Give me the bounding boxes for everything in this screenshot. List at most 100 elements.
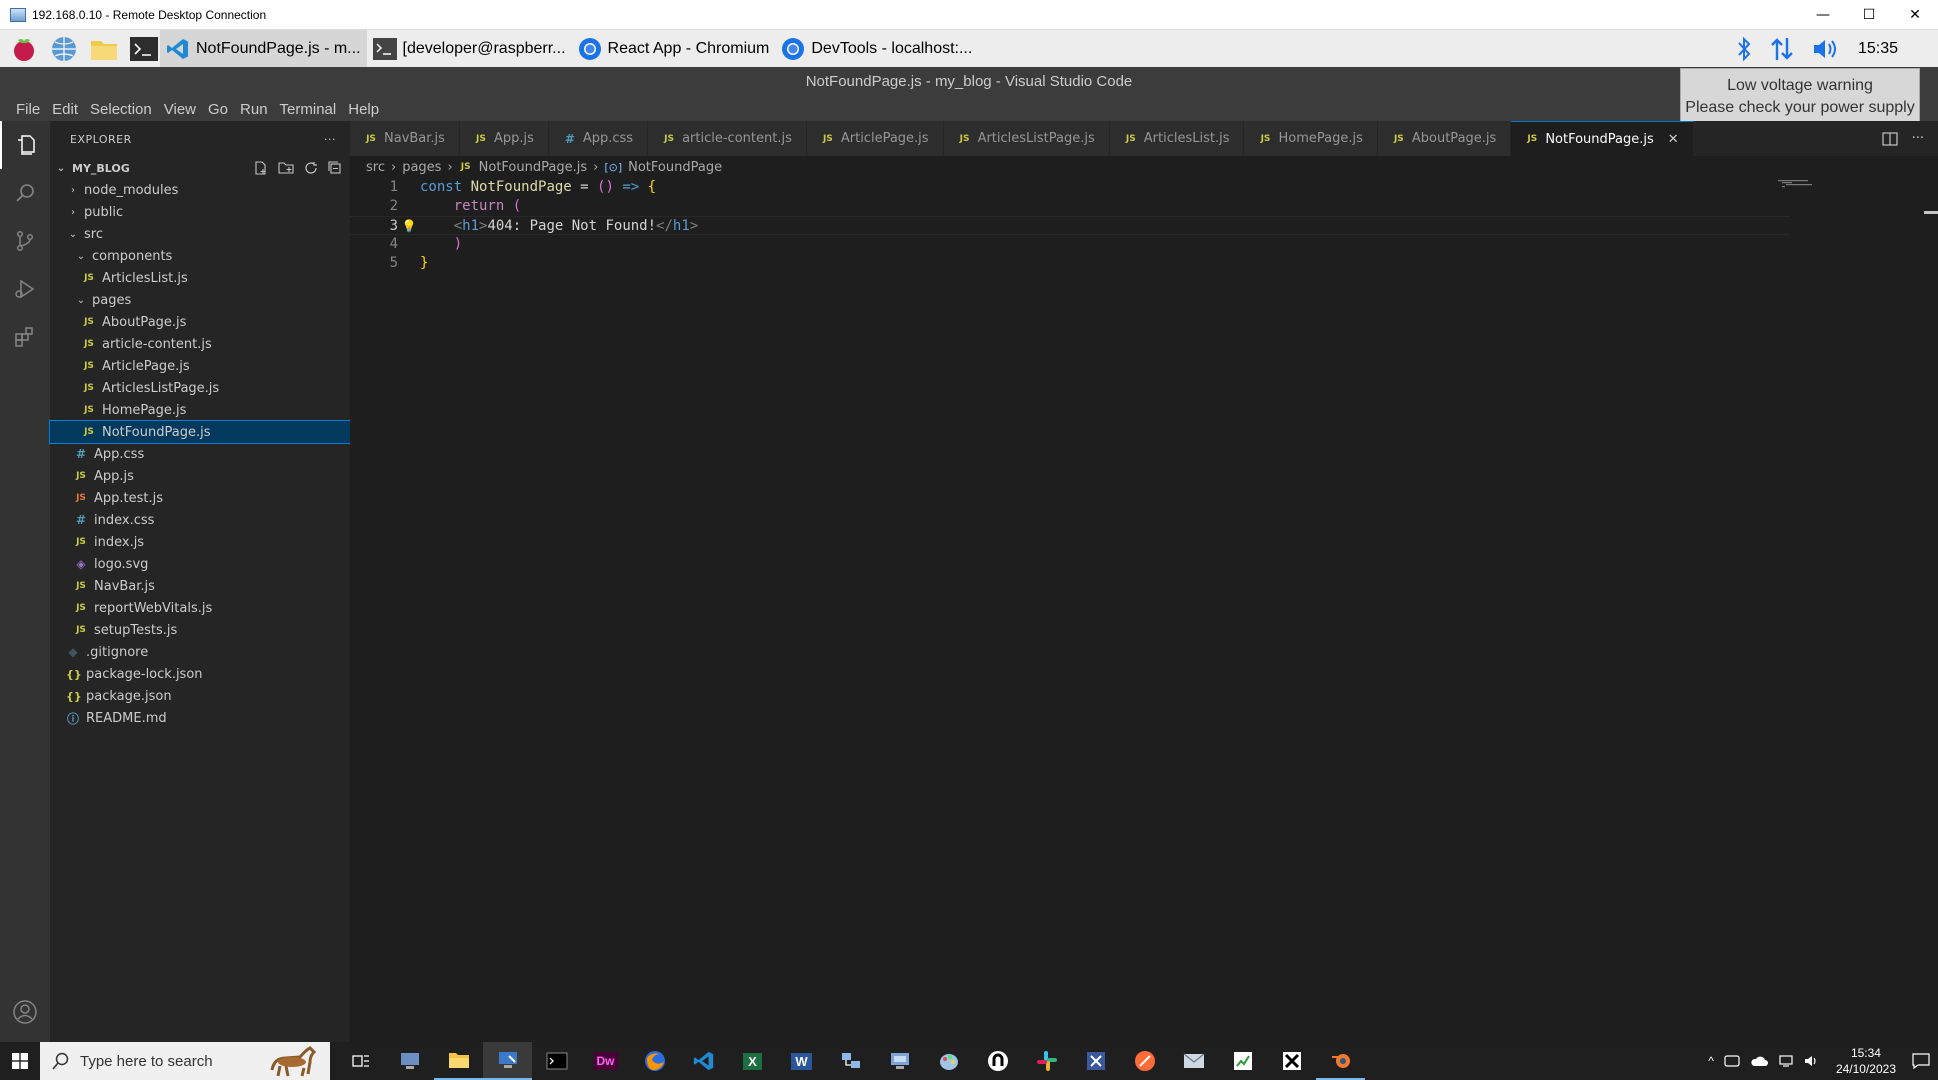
tree-file-report-web-vitals[interactable]: JS reportWebVitals.js [50, 597, 350, 619]
mail-icon[interactable] [1169, 1042, 1218, 1080]
workspace-folder[interactable]: ⌄ MY_BLOG [50, 157, 350, 179]
raspberry-menu-icon[interactable] [8, 33, 40, 65]
new-file-icon[interactable] [254, 161, 268, 175]
menu-run[interactable]: Run [234, 101, 274, 118]
xml-editor-icon[interactable] [1071, 1042, 1120, 1080]
minimize-button[interactable]: — [1800, 0, 1846, 30]
extensions-icon[interactable] [0, 313, 50, 361]
explorer-icon[interactable] [0, 121, 50, 169]
paint-icon[interactable] [924, 1042, 973, 1080]
account-icon[interactable] [0, 988, 50, 1036]
tab-app-js[interactable]: JS App.js [459, 121, 549, 156]
close-button[interactable]: ✕ [1892, 0, 1938, 30]
tree-file-readme[interactable]: ⓘ README.md [50, 707, 350, 729]
chevron-up-icon[interactable]: ^ [1708, 1054, 1714, 1068]
tree-file-articles-list[interactable]: JS ArticlesList.js [50, 267, 350, 289]
menu-help[interactable]: Help [342, 101, 385, 118]
task-devtools[interactable]: DevTools - localhost:... [775, 30, 978, 67]
tree-file-home-page[interactable]: JS HomePage.js [50, 399, 350, 421]
tab-articles-list[interactable]: JS ArticlesList.js [1109, 121, 1245, 156]
network-share-icon[interactable] [826, 1042, 875, 1080]
tree-file-not-found-page[interactable]: JS NotFoundPage.js [49, 420, 351, 444]
maximize-button[interactable]: ☐ [1846, 0, 1892, 30]
collapse-all-icon[interactable] [328, 161, 342, 175]
tab-article-page[interactable]: JS ArticlePage.js [806, 121, 944, 156]
tree-file-package-json[interactable]: {} package.json [50, 685, 350, 707]
tab-not-found-page[interactable]: JS NotFoundPage.js ✕ [1511, 121, 1694, 156]
server-manager-icon[interactable] [875, 1042, 924, 1080]
network-computer-icon[interactable] [385, 1042, 434, 1080]
tree-file-gitignore[interactable]: ◆ .gitignore [50, 641, 350, 663]
blender-icon[interactable] [1316, 1042, 1365, 1080]
onedrive-icon[interactable] [1750, 1055, 1768, 1067]
tree-folder-public[interactable]: › public [50, 201, 350, 223]
tree-file-app-js[interactable]: JS App.js [50, 465, 350, 487]
run-debug-icon[interactable] [0, 265, 50, 313]
windows-start-icon[interactable] [0, 1042, 40, 1080]
tree-file-logo-svg[interactable]: ◈ logo.svg [50, 553, 350, 575]
source-control-icon[interactable] [0, 217, 50, 265]
tree-file-package-lock[interactable]: {} package-lock.json [50, 663, 350, 685]
notifications-icon[interactable] [1912, 1053, 1930, 1069]
tree-file-navbar[interactable]: JS NavBar.js [50, 575, 350, 597]
vpn-icon[interactable] [973, 1042, 1022, 1080]
more-actions-icon[interactable]: ··· [324, 133, 336, 146]
excel-icon[interactable]: X [728, 1042, 777, 1080]
web-browser-icon[interactable] [48, 33, 80, 65]
command-prompt-icon[interactable] [532, 1042, 581, 1080]
low-voltage-warning[interactable]: Low voltage warning Please check your po… [1680, 68, 1920, 124]
postman-icon[interactable] [1120, 1042, 1169, 1080]
windows-clock[interactable]: 15:34 24/10/2023 [1830, 1045, 1902, 1077]
tree-folder-src[interactable]: ⌄ src [50, 223, 350, 245]
tree-file-about-page[interactable]: JS AboutPage.js [50, 311, 350, 333]
tree-file-articles-list-page[interactable]: JS ArticlesListPage.js [50, 377, 350, 399]
volume-icon[interactable] [1812, 37, 1840, 61]
network-status-icon[interactable] [1778, 1054, 1794, 1068]
tree-folder-components[interactable]: ⌄ components [50, 245, 350, 267]
tab-home-page[interactable]: JS HomePage.js [1244, 121, 1378, 156]
network-icon[interactable] [1770, 36, 1794, 62]
tab-about-page[interactable]: JS AboutPage.js [1377, 121, 1512, 156]
tab-article-content[interactable]: JS article-content.js [648, 121, 807, 156]
tree-folder-node-modules[interactable]: › node_modules [50, 179, 350, 201]
refresh-icon[interactable] [304, 161, 318, 175]
remote-desktop-taskbar-icon[interactable] [483, 1042, 532, 1080]
task-terminal[interactable]: [developer@raspberr... [367, 30, 572, 67]
breadcrumb-file[interactable]: NotFoundPage.js [479, 160, 587, 175]
meet-now-icon[interactable] [1724, 1054, 1740, 1068]
search-icon[interactable] [0, 169, 50, 217]
file-explorer-icon[interactable] [434, 1042, 483, 1080]
menu-view[interactable]: View [158, 101, 202, 118]
split-editor-icon[interactable] [1881, 131, 1898, 146]
tab-articles-list-page[interactable]: JS ArticlesListPage.js [943, 121, 1110, 156]
word-icon[interactable]: W [777, 1042, 826, 1080]
code-editor[interactable]: 1 const NotFoundPage = () => { 2 return … [350, 178, 1790, 273]
vscode-taskbar-icon[interactable] [679, 1042, 728, 1080]
speaker-icon[interactable] [1804, 1054, 1820, 1068]
spreadsheet-app-icon[interactable] [1218, 1042, 1267, 1080]
new-folder-icon[interactable] [278, 161, 294, 175]
tree-file-app-test[interactable]: JS App.test.js [50, 487, 350, 509]
file-manager-icon[interactable] [88, 33, 120, 65]
tree-file-app-css[interactable]: # App.css [50, 443, 350, 465]
xming-icon[interactable] [1267, 1042, 1316, 1080]
menu-file[interactable]: File [10, 101, 46, 118]
bluetooth-icon[interactable] [1736, 36, 1752, 62]
tree-file-article-page[interactable]: JS ArticlePage.js [50, 355, 350, 377]
taskbar-search-box[interactable]: Type here to search [40, 1042, 330, 1080]
breadcrumb-symbol[interactable]: NotFoundPage [628, 160, 722, 175]
tree-file-index-css[interactable]: # index.css [50, 509, 350, 531]
minimap[interactable] [1778, 179, 1838, 189]
task-react-app[interactable]: React App - Chromium [572, 30, 776, 67]
breadcrumb-src[interactable]: src [366, 160, 385, 175]
tab-navbar[interactable]: JS NavBar.js [350, 121, 460, 156]
slack-icon[interactable] [1022, 1042, 1071, 1080]
tree-file-article-content[interactable]: JS article-content.js [50, 333, 350, 355]
breadcrumb-pages[interactable]: pages [402, 160, 441, 175]
tree-folder-pages[interactable]: ⌄ pages [50, 289, 350, 311]
firefox-icon[interactable] [630, 1042, 679, 1080]
menu-go[interactable]: Go [202, 101, 234, 118]
task-view-icon[interactable] [336, 1042, 385, 1080]
more-actions-icon[interactable]: ··· [1912, 131, 1924, 146]
lightbulb-icon[interactable]: 💡 [398, 217, 420, 234]
